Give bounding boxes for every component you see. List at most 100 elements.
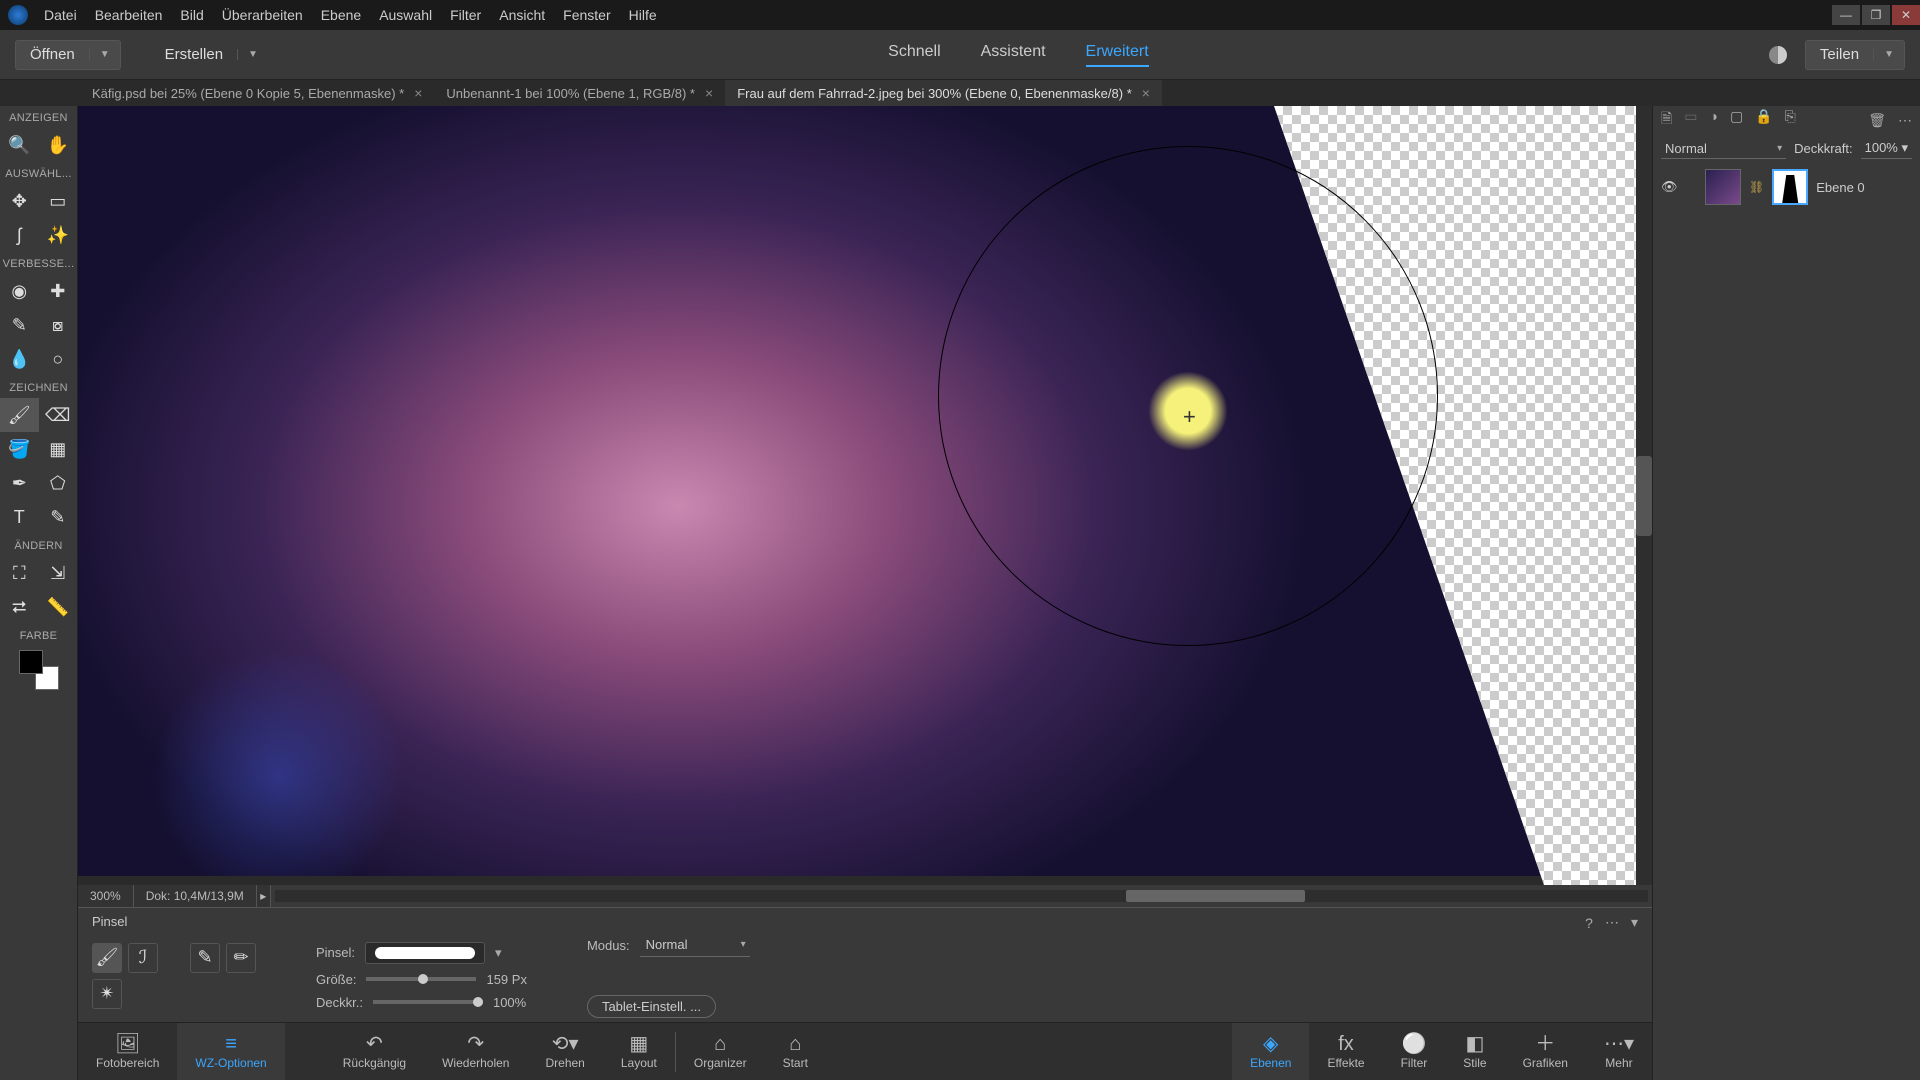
mode-assist[interactable]: Assistent xyxy=(981,43,1046,67)
size-slider[interactable] xyxy=(366,977,476,981)
nav-rotate[interactable]: ⟲▾Drehen xyxy=(527,1023,602,1080)
text-tool[interactable]: T xyxy=(0,500,39,534)
brush-variant-pencil[interactable]: ✏ xyxy=(226,943,256,973)
menu-ueberarbeiten[interactable]: Überarbeiten xyxy=(222,7,303,23)
nav-stile[interactable]: ◧Stile xyxy=(1445,1023,1504,1080)
doc-tab-2[interactable]: Unbenannt-1 bei 100% (Ebene 1, RGB/8) * … xyxy=(434,80,725,106)
sponge-tool[interactable]: ○ xyxy=(39,342,78,376)
vertical-scrollbar[interactable] xyxy=(1636,106,1652,885)
fill-tool[interactable]: 🪣 xyxy=(0,432,39,466)
menu-bild[interactable]: Bild xyxy=(180,7,203,23)
help-icon[interactable]: ? xyxy=(1585,915,1593,931)
nav-organizer[interactable]: ⌂Organizer xyxy=(676,1023,765,1080)
mode-quick[interactable]: Schnell xyxy=(888,43,940,67)
brush-variant-impressionist[interactable]: ℐ xyxy=(128,943,158,973)
size-value[interactable]: 159 Px xyxy=(486,972,526,987)
menu-auswahl[interactable]: Auswahl xyxy=(379,7,432,23)
link-icon[interactable]: ⎘ xyxy=(1785,108,1796,132)
brush-variant-color-replace[interactable]: ✎ xyxy=(190,943,220,973)
visibility-icon[interactable]: 👁 xyxy=(1661,179,1677,195)
nav-fotobereich[interactable]: 🖼Fotobereich xyxy=(78,1023,177,1080)
menu-ebene[interactable]: Ebene xyxy=(321,7,361,23)
nav-start[interactable]: ⌂Start xyxy=(765,1023,826,1080)
close-icon[interactable]: × xyxy=(1142,85,1150,101)
nav-wz-options[interactable]: ≡WZ-Optionen xyxy=(177,1023,284,1080)
panel-menu-icon[interactable]: ⋯ xyxy=(1605,914,1619,931)
eyedropper-tool[interactable]: ✒ xyxy=(0,466,39,500)
close-button[interactable]: ✕ xyxy=(1892,5,1920,25)
nav-undo[interactable]: ↶Rückgängig xyxy=(325,1023,424,1080)
mask-icon[interactable]: ▢ xyxy=(1730,108,1743,132)
chevron-down-icon[interactable]: ▾ xyxy=(495,945,502,961)
brush-tool[interactable]: 🖌 xyxy=(0,398,39,432)
share-button[interactable]: Teilen▼ xyxy=(1805,40,1905,70)
redeye-tool[interactable]: ◉ xyxy=(0,274,39,308)
open-button[interactable]: Öffnen▼ xyxy=(15,40,121,70)
straighten-tool[interactable]: 📏 xyxy=(39,590,78,624)
shape-tool[interactable]: ⬠ xyxy=(39,466,78,500)
menu-datei[interactable]: Datei xyxy=(44,7,77,23)
nav-filter[interactable]: ⚪Filter xyxy=(1383,1023,1446,1080)
doc-tab-3[interactable]: Frau auf dem Fahrrad-2.jpeg bei 300% (Eb… xyxy=(725,80,1162,106)
canvas[interactable]: + xyxy=(78,106,1652,885)
menu-bearbeiten[interactable]: Bearbeiten xyxy=(95,7,163,23)
collapse-icon[interactable]: ▾ xyxy=(1631,914,1638,931)
eraser-tool[interactable]: ⌫ xyxy=(39,398,78,432)
layer-blend-select[interactable]: Normal▾ xyxy=(1661,139,1786,159)
tablet-settings-button[interactable]: Tablet-Einstell. ... xyxy=(587,995,716,1018)
opacity-slider[interactable] xyxy=(373,1000,483,1004)
close-icon[interactable]: × xyxy=(705,85,713,101)
menu-ansicht[interactable]: Ansicht xyxy=(499,7,545,23)
trash-icon[interactable]: 🗑 xyxy=(1868,112,1886,129)
hand-tool[interactable]: ✋ xyxy=(39,128,78,162)
content-move-tool[interactable]: ⮂ xyxy=(0,590,39,624)
nav-effekte[interactable]: fxEffekte xyxy=(1309,1023,1382,1080)
blend-mode-select[interactable]: Normal xyxy=(640,933,750,957)
mode-expert[interactable]: Erweitert xyxy=(1086,43,1149,67)
blur-tool[interactable]: 💧 xyxy=(0,342,39,376)
layer-opacity-value[interactable]: 100% ▾ xyxy=(1861,138,1912,159)
wand-tool[interactable]: ✨ xyxy=(39,218,78,252)
nav-grafiken[interactable]: ＋Grafiken xyxy=(1505,1023,1586,1080)
nav-redo[interactable]: ↷Wiederholen xyxy=(424,1023,527,1080)
doc-tab-1[interactable]: Käfig.psd bei 25% (Ebene 0 Kopie 5, Eben… xyxy=(80,80,434,106)
lock-icon[interactable]: 🔒 xyxy=(1755,108,1772,132)
layer-row[interactable]: 👁 ⛓ Ebene 0 xyxy=(1653,163,1920,211)
crop-tool[interactable]: ⛶ xyxy=(0,556,39,590)
lasso-tool[interactable]: ʃ xyxy=(0,218,39,252)
horizontal-scrollbar[interactable] xyxy=(275,890,1648,902)
layer-thumbnail[interactable] xyxy=(1705,169,1741,205)
close-icon[interactable]: × xyxy=(414,85,422,101)
move-tool[interactable]: ✥ xyxy=(0,184,39,218)
doc-size-readout[interactable]: Dok: 10,4M/13,9M xyxy=(134,885,257,907)
adjustment-icon[interactable]: ◑ xyxy=(1710,108,1718,132)
layer-name[interactable]: Ebene 0 xyxy=(1816,180,1864,195)
brush-variant-pattern[interactable]: ✴ xyxy=(92,979,122,1009)
layer-mask-thumbnail[interactable] xyxy=(1772,169,1808,205)
create-button[interactable]: Erstellen▼ xyxy=(151,40,268,70)
opacity-value[interactable]: 100% xyxy=(493,995,526,1010)
maximize-button[interactable]: ❐ xyxy=(1862,5,1890,25)
zoom-tool[interactable]: 🔍 xyxy=(0,128,39,162)
panel-menu-icon[interactable]: ⋯ xyxy=(1898,112,1912,129)
status-caret[interactable]: ▸ xyxy=(257,885,271,907)
menu-hilfe[interactable]: Hilfe xyxy=(629,7,657,23)
spot-heal-tool[interactable]: ✚ xyxy=(39,274,78,308)
nav-layout[interactable]: ▦Layout xyxy=(603,1023,675,1080)
new-group-icon[interactable]: ▭ xyxy=(1684,108,1697,132)
marquee-tool[interactable]: ▭ xyxy=(39,184,78,218)
smart-brush-tool[interactable]: ✎ xyxy=(0,308,39,342)
recompose-tool[interactable]: ⇲ xyxy=(39,556,78,590)
new-layer-icon[interactable]: 🗎 xyxy=(1661,108,1672,132)
gradient-tool[interactable]: ▦ xyxy=(39,432,78,466)
color-swatches[interactable] xyxy=(19,650,59,690)
brush-preset-picker[interactable] xyxy=(365,942,485,964)
layer-link-icon[interactable]: ⛓ xyxy=(1749,180,1764,194)
theme-toggle-icon[interactable] xyxy=(1769,46,1787,64)
clone-tool[interactable]: ⧇ xyxy=(39,308,78,342)
menu-filter[interactable]: Filter xyxy=(450,7,481,23)
minimize-button[interactable]: — xyxy=(1832,5,1860,25)
zoom-readout[interactable]: 300% xyxy=(78,885,134,907)
nav-ebenen[interactable]: ◈Ebenen xyxy=(1232,1023,1309,1080)
brush-variant-standard[interactable]: 🖌 xyxy=(92,943,122,973)
